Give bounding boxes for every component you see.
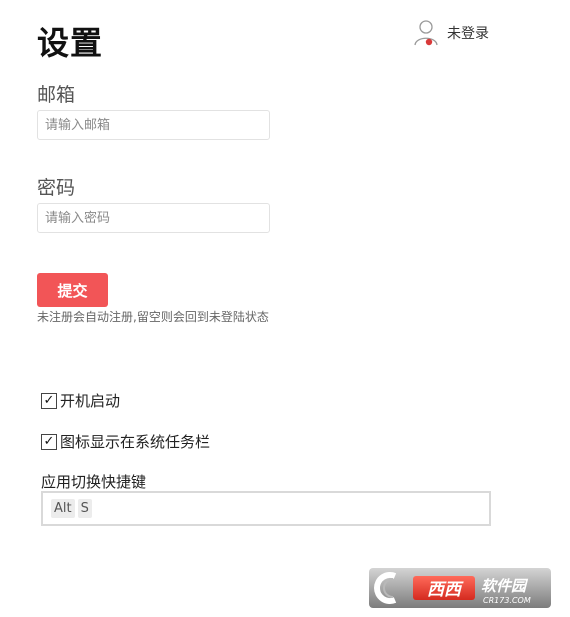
password-field[interactable] xyxy=(37,203,270,233)
tray-icon-option[interactable]: ✓ 图标显示在系统任务栏 xyxy=(41,431,210,452)
autostart-label[interactable]: 开机启动 xyxy=(60,390,120,411)
login-status-text: 未登录 xyxy=(447,26,489,42)
page-title: 设置 xyxy=(37,24,104,62)
watermark-text-main: 软件园 xyxy=(481,577,529,595)
hotkey-label: 应用切换快捷键 xyxy=(41,473,147,491)
watermark-text-red: 西西 xyxy=(427,580,464,600)
watermark-text-sub: CR173.COM xyxy=(483,596,531,605)
password-label: 密码 xyxy=(37,177,76,199)
tray-icon-checkbox[interactable]: ✓ xyxy=(41,433,57,450)
email-label: 邮箱 xyxy=(37,84,76,106)
submit-hint: 未注册会自动注册,留空则会回到未登陆状态 xyxy=(37,310,269,324)
submit-button[interactable]: 提交 xyxy=(37,273,108,307)
tray-icon-label[interactable]: 图标显示在系统任务栏 xyxy=(60,431,210,452)
autostart-checkbox[interactable]: ✓ xyxy=(41,392,57,409)
user-outline-icon xyxy=(413,19,439,47)
hotkey-key-chip: S xyxy=(77,499,92,518)
email-field[interactable] xyxy=(37,110,270,140)
hotkey-key-chip: Alt xyxy=(51,499,75,518)
watermark-logo: 西西 软件园 CR173.COM xyxy=(369,568,551,608)
autostart-option[interactable]: ✓ 开机启动 xyxy=(41,390,120,411)
user-login-status[interactable]: 未登录 xyxy=(413,19,489,47)
hotkey-input[interactable]: Alt S xyxy=(41,491,491,526)
